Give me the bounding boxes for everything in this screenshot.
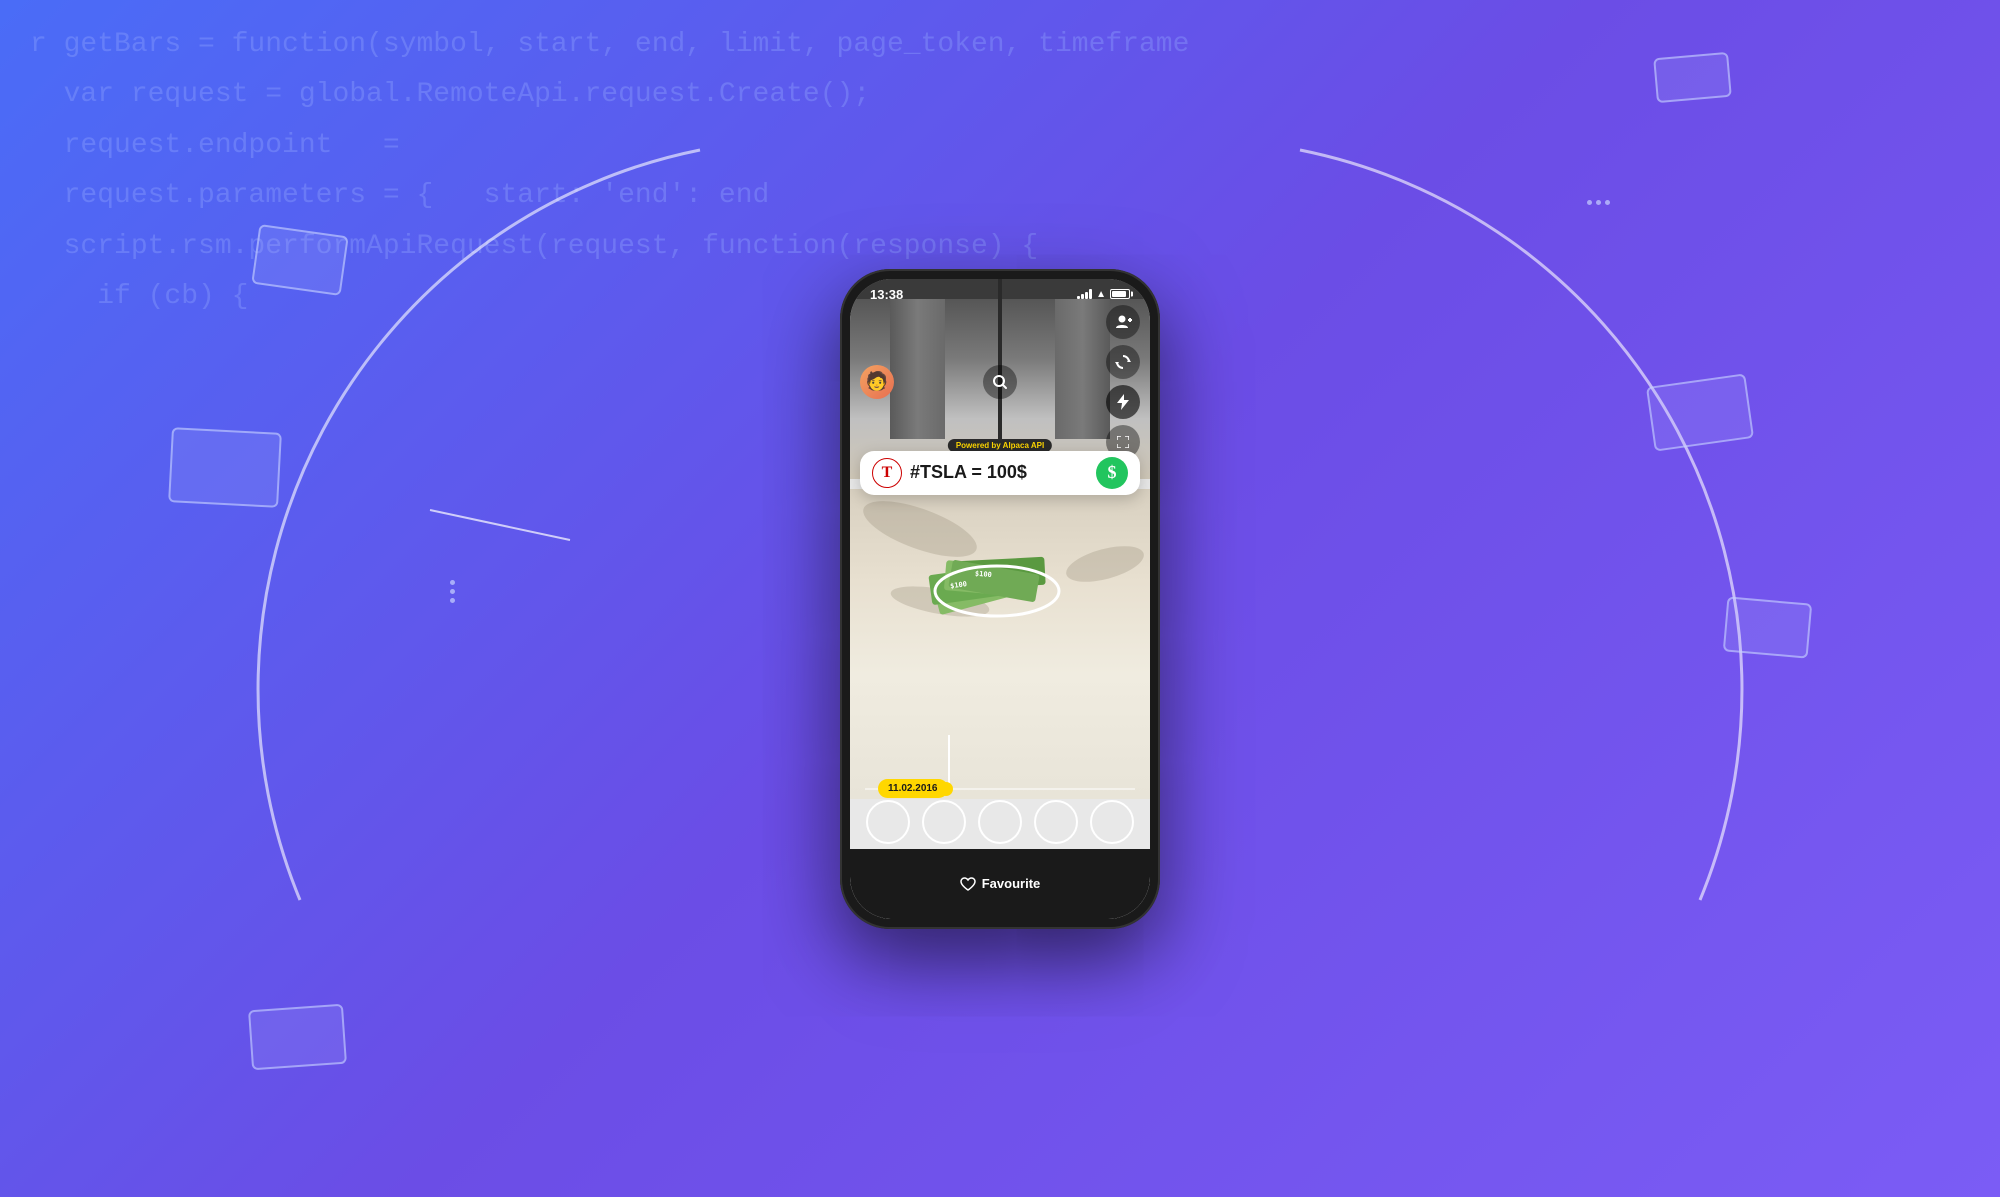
svg-text:$100: $100 <box>975 569 992 578</box>
deco-rect-right-bottom <box>1723 596 1812 658</box>
snap-toolbar: 🧑 <box>860 305 1140 459</box>
status-bar: 13:38 ▲ <box>850 279 1150 306</box>
phone-screen: 13:38 ▲ 🧑 <box>850 279 1150 919</box>
deco-rect-left-mid <box>168 427 282 508</box>
phone-body: 13:38 ▲ 🧑 <box>840 269 1160 929</box>
money-pile: $100 $100 <box>925 519 1075 624</box>
deco-rect-bottom-left <box>248 1004 347 1070</box>
filter-circle-5[interactable] <box>1090 800 1134 844</box>
flash-button[interactable] <box>1106 385 1140 419</box>
tesla-logo: T <box>872 458 902 488</box>
deco-rect-right-mid <box>1646 373 1754 451</box>
rotate-button[interactable] <box>1106 345 1140 379</box>
add-friend-button[interactable] <box>1106 305 1140 339</box>
money-svg: $100 $100 <box>925 519 1075 619</box>
stock-widget[interactable]: T #TSLA = 100$ $ <box>860 451 1140 495</box>
filter-circle-3[interactable] <box>978 800 1022 844</box>
avatar-button[interactable]: 🧑 <box>860 365 894 399</box>
search-button[interactable] <box>983 365 1017 399</box>
favourite-label: Favourite <box>982 876 1041 891</box>
tesla-t-icon: T <box>882 464 893 482</box>
wifi-icon: ▲ <box>1096 289 1106 300</box>
date-tag: 11.02.2016 <box>878 779 948 798</box>
signal-icon <box>1077 289 1092 299</box>
status-time: 13:38 <box>870 287 903 302</box>
favourite-bar[interactable]: Favourite <box>850 849 1150 919</box>
heart-icon <box>960 877 976 891</box>
three-dots-right <box>1587 200 1610 205</box>
phone-mockup: 13:38 ▲ 🧑 <box>840 269 1160 929</box>
dollar-button[interactable]: $ <box>1096 457 1128 489</box>
battery-icon <box>1110 289 1130 299</box>
filter-circle-4[interactable] <box>1034 800 1078 844</box>
deco-rect-top-right <box>1653 52 1732 103</box>
favourite-button[interactable]: Favourite <box>960 876 1041 891</box>
stock-ticker-text: #TSLA = 100$ <box>910 462 1088 483</box>
deco-rect-left-top <box>251 224 348 296</box>
filter-row <box>850 800 1150 844</box>
filter-circle-2[interactable] <box>922 800 966 844</box>
status-icons: ▲ <box>1077 289 1130 300</box>
three-dots-left <box>450 580 455 603</box>
timeline-connector <box>948 735 950 785</box>
filter-circle-1[interactable] <box>866 800 910 844</box>
